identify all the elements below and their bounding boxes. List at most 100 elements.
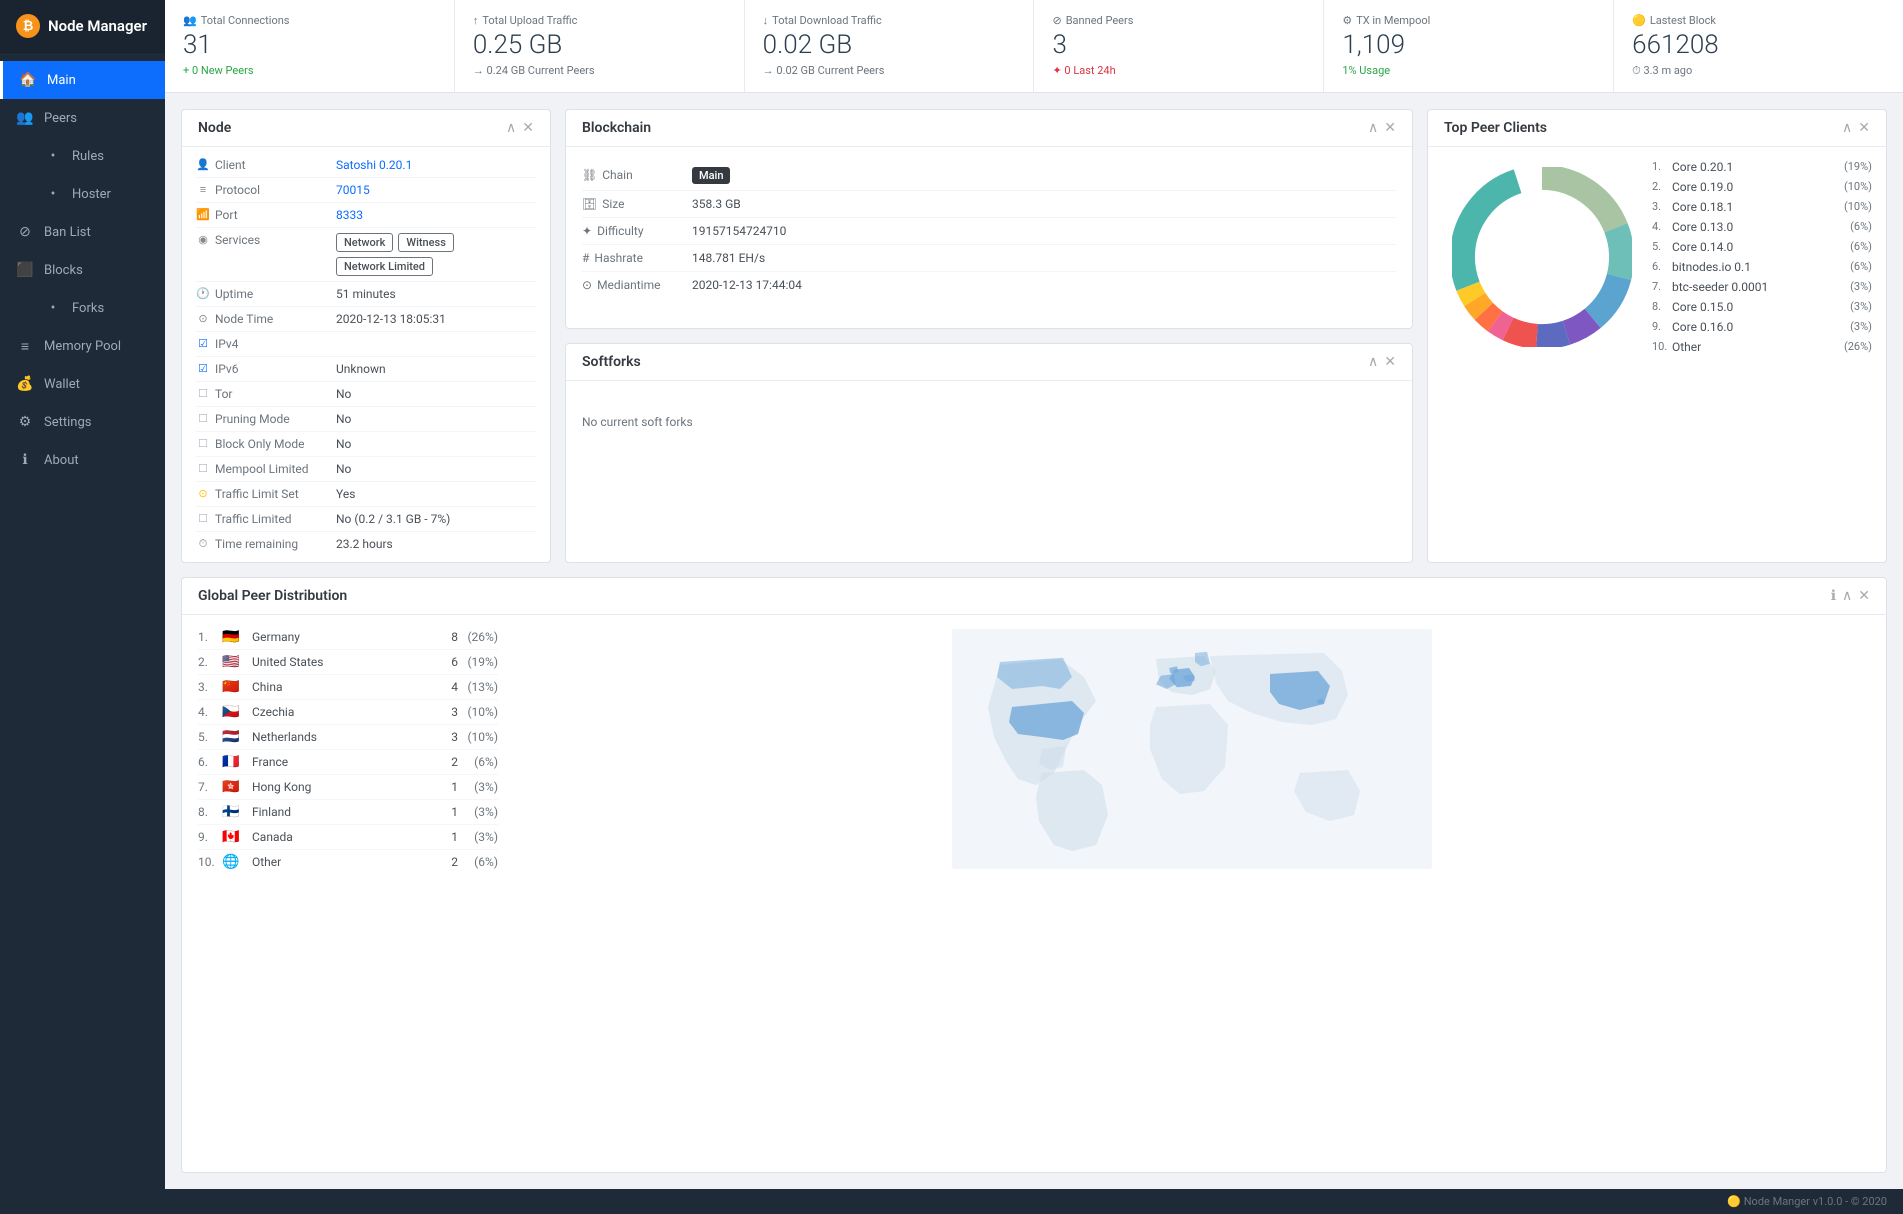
peers-list: 1. Core 0.20.1 (19%) 2. Core 0.19.0 (10%… — [1652, 157, 1872, 357]
collapse-icon[interactable]: ∧ — [1368, 120, 1378, 136]
geo-name: United States — [252, 655, 428, 669]
sidebar-item-forks[interactable]: • Forks — [0, 289, 165, 327]
node-val-time-remaining: 23.2 hours — [336, 537, 536, 551]
geo-item: 7. 🇭🇰 Hong Kong 1 (3%) — [198, 775, 498, 800]
trafficlimited-icon: ☐ — [196, 512, 210, 526]
peer-item: 3. Core 0.18.1 (10%) — [1652, 197, 1872, 217]
peers-content: 1. Core 0.20.1 (19%) 2. Core 0.19.0 (10%… — [1428, 147, 1886, 367]
peer-num: 4. — [1652, 220, 1672, 233]
geo-flag: 🇨🇿 — [222, 704, 244, 720]
peer-pct: (10%) — [1844, 180, 1872, 193]
geo-pct: (19%) — [458, 655, 498, 669]
sidebar-nav: 🏠 Main 👥 Peers • Rules • Hoster ⊘ Ban Li… — [0, 53, 165, 1214]
peer-name: Core 0.19.0 — [1672, 180, 1844, 194]
sidebar-item-label: About — [44, 453, 79, 468]
close-icon[interactable]: ✕ — [1384, 120, 1396, 136]
sidebar-item-ban-list[interactable]: ⊘ Ban List — [0, 213, 165, 251]
sidebar-item-blocks[interactable]: ⬛ Blocks — [0, 251, 165, 289]
bc-val-mediantime: 2020-12-13 17:44:04 — [692, 278, 802, 292]
collapse-icon[interactable]: ∧ — [1842, 120, 1852, 136]
stat-total-connections: 👥 Total Connections 31 + 0 New Peers — [165, 0, 455, 92]
logo-icon: ₿ — [16, 14, 40, 38]
stat-value: 1,109 — [1342, 31, 1595, 60]
geo-panel-title: Global Peer Distribution — [198, 588, 347, 604]
sidebar-item-peers[interactable]: 👥 Peers — [0, 99, 165, 137]
geo-flag: 🇨🇳 — [222, 679, 244, 695]
sidebar-item-rules[interactable]: • Rules — [0, 137, 165, 175]
geo-flag: 🇺🇸 — [222, 654, 244, 670]
softforks-panel-body: No current soft forks — [566, 381, 1412, 463]
stat-sub: ⏱ 3.3 m ago — [1632, 64, 1885, 78]
peer-pct: (3%) — [1850, 320, 1872, 333]
blockchain-controls: ∧ ✕ — [1368, 120, 1396, 136]
chain-icon: ⛓ — [582, 168, 597, 182]
ban-icon: ⊘ — [1052, 14, 1061, 27]
sidebar-item-label: Main — [47, 73, 76, 88]
app-logo: ₿ Node Manager — [0, 0, 165, 53]
sidebar-item-memory-pool[interactable]: ≡ Memory Pool — [0, 327, 165, 365]
bc-row-difficulty: ✦ Difficulty 19157154724710 — [582, 218, 1396, 245]
wallet-icon: 💰 — [16, 375, 34, 393]
peer-num: 5. — [1652, 240, 1672, 253]
geo-item: 6. 🇫🇷 France 2 (6%) — [198, 750, 498, 775]
mid-panels: Blockchain ∧ ✕ ⛓ Chain — [565, 109, 1413, 563]
geo-count: 4 — [428, 680, 458, 694]
geo-num: 3. — [198, 680, 222, 694]
peer-item: 9. Core 0.16.0 (3%) — [1652, 317, 1872, 337]
node-val-uptime: 51 minutes — [336, 287, 536, 301]
close-icon[interactable]: ✕ — [1384, 354, 1396, 370]
node-row-traffic-limited: ☐ Traffic Limited No (0.2 / 3.1 GB - 7%) — [196, 507, 536, 532]
stat-label: ⊘ Banned Peers — [1052, 14, 1305, 27]
node-row-pruning: ☐ Pruning Mode No — [196, 407, 536, 432]
close-icon[interactable]: ✕ — [1858, 120, 1870, 136]
stat-sub: ✦ 0 Last 24h — [1052, 64, 1305, 77]
node-val-tor: No — [336, 387, 536, 401]
geo-list: 1. 🇩🇪 Germany 8 (26%) 2. 🇺🇸 United State… — [198, 625, 498, 874]
peer-item: 4. Core 0.13.0 (6%) — [1652, 217, 1872, 237]
sidebar-item-label: Rules — [72, 149, 104, 164]
geo-name: Hong Kong — [252, 780, 428, 794]
collapse-icon[interactable]: ∧ — [1368, 354, 1378, 370]
top-peers-title: Top Peer Clients — [1444, 120, 1547, 136]
blockchain-panel-header: Blockchain ∧ ✕ — [566, 110, 1412, 147]
peer-item: 5. Core 0.14.0 (6%) — [1652, 237, 1872, 257]
peer-pct: (26%) — [1844, 340, 1872, 353]
donut-chart — [1442, 157, 1642, 357]
sidebar-item-label: Ban List — [44, 225, 91, 240]
peer-item: 2. Core 0.19.0 (10%) — [1652, 177, 1872, 197]
geo-count: 3 — [428, 705, 458, 719]
node-val-protocol: 70015 — [336, 183, 536, 197]
main-area: 👥 Total Connections 31 + 0 New Peers ↑ T… — [165, 0, 1903, 1214]
blockonly-icon: ☐ — [196, 437, 210, 451]
peer-pct: (10%) — [1844, 200, 1872, 213]
peer-pct: (6%) — [1850, 240, 1872, 253]
settings-icon: ⚙ — [16, 413, 34, 431]
geo-num: 1. — [198, 630, 222, 644]
peer-name: Core 0.13.0 — [1672, 220, 1850, 234]
sidebar-item-about[interactable]: ℹ About — [0, 441, 165, 479]
sidebar-item-main[interactable]: 🏠 Main — [0, 61, 165, 99]
ban-icon: ⊘ — [16, 223, 34, 241]
bc-row-mediantime: ⊙ Mediantime 2020-12-13 17:44:04 — [582, 272, 1396, 298]
geo-flag: 🇫🇷 — [222, 754, 244, 770]
node-row-nodetime: ⊙ Node Time 2020-12-13 18:05:31 — [196, 307, 536, 332]
collapse-icon[interactable]: ∧ — [1842, 588, 1852, 604]
node-val-ipv6: Unknown — [336, 362, 536, 376]
services-icon: ◉ — [196, 233, 210, 247]
size-icon: 🗄 — [582, 197, 597, 211]
sidebar-item-hoster[interactable]: • Hoster — [0, 175, 165, 213]
geo-flag: 🇩🇪 — [222, 629, 244, 645]
sidebar-item-label: Wallet — [44, 377, 80, 392]
close-icon[interactable]: ✕ — [522, 120, 534, 136]
node-val-block-only: No — [336, 437, 536, 451]
app-name: Node Manager — [48, 17, 147, 35]
close-icon[interactable]: ✕ — [1858, 588, 1870, 604]
geo-content: 1. 🇩🇪 Germany 8 (26%) 2. 🇺🇸 United State… — [182, 615, 1886, 884]
collapse-icon[interactable]: ∧ — [506, 120, 516, 136]
sidebar-item-settings[interactable]: ⚙ Settings — [0, 403, 165, 441]
stat-value: 3 — [1052, 31, 1305, 60]
ipv4-icon: ☑ — [196, 337, 210, 351]
geo-item: 2. 🇺🇸 United States 6 (19%) — [198, 650, 498, 675]
info-icon[interactable]: ℹ — [1831, 588, 1836, 604]
sidebar-item-wallet[interactable]: 💰 Wallet — [0, 365, 165, 403]
